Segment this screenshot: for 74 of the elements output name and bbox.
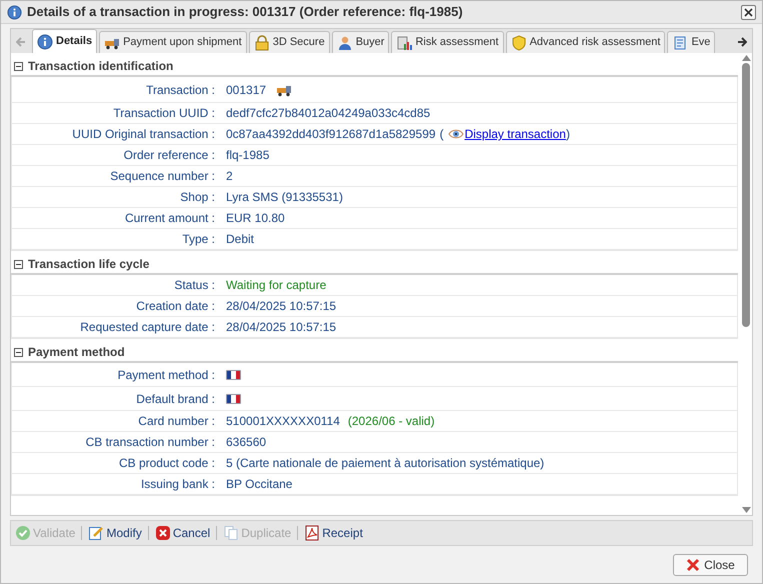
collapse-icon[interactable]: [14, 260, 23, 268]
field-label: Payment method :: [116, 366, 216, 384]
tab[interactable]: Details: [32, 29, 98, 53]
info-icon: [37, 34, 53, 50]
scroll-icon: [672, 34, 688, 50]
scrollbar[interactable]: [740, 53, 752, 515]
section-title: Transaction life cycle: [28, 256, 150, 273]
window-title: Details of a transaction in progress: 001317 (Order reference: flq-1985): [27, 3, 464, 22]
field-label: Transaction UUID :: [112, 105, 216, 122]
card-brand-icon: [226, 370, 241, 380]
field-label: Order reference :: [122, 147, 216, 164]
field-label: Card number :: [137, 413, 216, 430]
parenthesis: ): [566, 126, 570, 143]
card-validity: (2026/06 - valid): [348, 413, 435, 430]
field-label: CB transaction number :: [84, 434, 216, 451]
field-label: Creation date :: [135, 298, 216, 315]
pencil-icon: [88, 525, 104, 541]
field-label: Type :: [181, 231, 216, 248]
toolbar-button[interactable]: Receipt: [304, 524, 363, 542]
field-value: 510001XXXXXX0114: [226, 413, 340, 430]
card-brand-icon: [226, 394, 241, 404]
field-label: Status :: [173, 277, 216, 294]
field-label: Sequence number :: [109, 168, 216, 185]
tab[interactable]: Payment upon shipment: [99, 31, 247, 53]
field-value: Waiting for capture: [226, 277, 326, 294]
collapse-icon[interactable]: [14, 62, 23, 70]
tab[interactable]: Risk assessment: [391, 31, 504, 53]
field-label: Transaction :: [145, 82, 216, 98]
scroll-down-icon[interactable]: [742, 507, 750, 513]
field-value: 5 (Carte nationale de paiement à autorisation systématique): [226, 455, 544, 472]
field-value: Debit: [226, 231, 254, 248]
field-label: Requested capture date :: [79, 319, 216, 336]
field-label: CB product code :: [118, 455, 216, 472]
tab[interactable]: Buyer: [332, 31, 390, 53]
section-title: Transaction identification: [28, 58, 174, 75]
field-value: flq-1985: [226, 147, 270, 164]
parenthesis: (: [440, 126, 444, 143]
tab[interactable]: Advanced risk assessment: [506, 31, 666, 53]
chart-icon: [396, 34, 412, 50]
field-value: 28/04/2025 10:57:15: [226, 298, 336, 315]
eye-icon: [448, 128, 464, 140]
close-button[interactable]: Close: [673, 554, 748, 576]
pdf-icon: [304, 525, 320, 541]
person-icon: [336, 34, 353, 50]
field-value: EUR 10.80: [226, 210, 285, 227]
field-value: 001317: [226, 82, 266, 98]
check-icon: [15, 525, 31, 541]
toolbar-button[interactable]: Cancel: [154, 524, 210, 542]
field-label: Shop :: [179, 189, 216, 206]
field-label: Issuing bank :: [140, 476, 216, 493]
padlock-icon: [254, 34, 270, 50]
toolbar-button[interactable]: Modify: [88, 524, 142, 542]
field-value: Lyra SMS (91335531): [226, 189, 343, 206]
section-title: Payment method: [28, 344, 125, 361]
field-value: 28/04/2025 10:57:15: [226, 319, 336, 336]
field-value: 2: [226, 168, 233, 185]
tab[interactable]: 3D Secure: [248, 31, 330, 53]
close-icon: [686, 558, 700, 572]
field-label: UUID Original transaction :: [71, 126, 216, 143]
close-icon[interactable]: [741, 4, 756, 20]
field-value: 0c87aa4392dd403f912687d1a5829599: [226, 126, 436, 143]
info-icon: [7, 4, 22, 20]
cancel-icon: [154, 525, 171, 541]
field-value: dedf7cfc27b84012a04249a033c4cd85: [226, 105, 430, 122]
tab[interactable]: Eve: [667, 31, 716, 53]
display-transaction-link[interactable]: Display transaction: [464, 125, 566, 143]
shield-icon: [510, 34, 527, 50]
field-value: BP Occitane: [226, 476, 292, 493]
copy-icon: [223, 525, 240, 541]
field-value: 636560: [226, 434, 266, 451]
scroll-up-icon[interactable]: [742, 55, 750, 61]
field-label: Current amount :: [124, 210, 216, 227]
collapse-icon[interactable]: [14, 348, 23, 356]
field-label: Default brand :: [135, 390, 216, 408]
